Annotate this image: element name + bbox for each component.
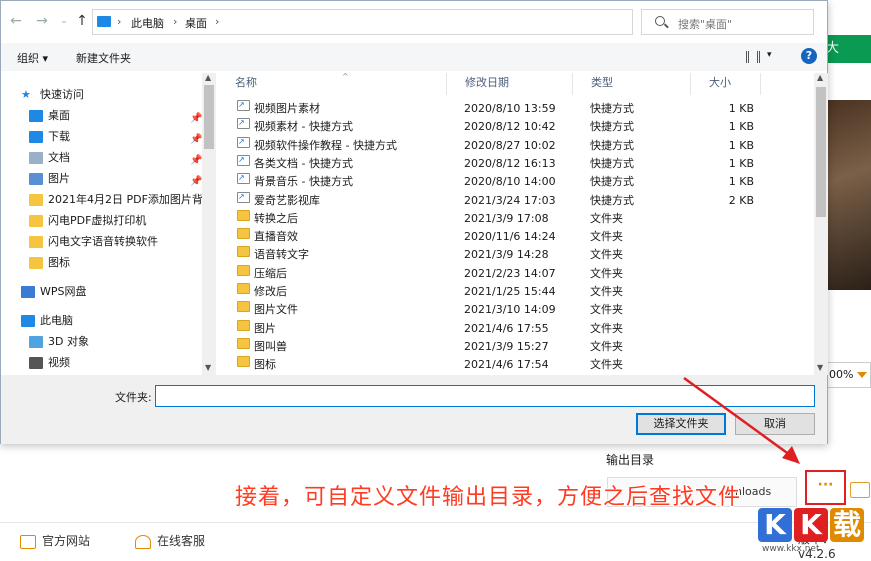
annotation-arrow <box>683 376 800 464</box>
tutorial-caption: 接着，可自定义文件输出目录，方便之后查找文件 <box>235 485 742 510</box>
